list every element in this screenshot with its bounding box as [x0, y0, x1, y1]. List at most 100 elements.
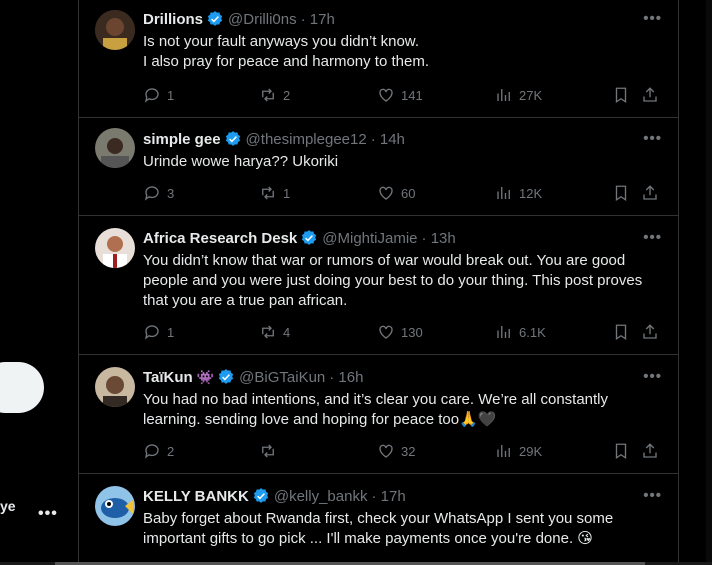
reply-item[interactable]: simple gee @thesimplegee12 · 14h ••• Uri…: [79, 118, 678, 216]
share-icon: [643, 443, 657, 458]
verified-badge-icon: [225, 131, 240, 146]
repost-count: 4: [283, 324, 291, 340]
bookmark-button[interactable]: [612, 183, 630, 203]
verified-badge-icon: [219, 369, 234, 384]
views-button[interactable]: 27K: [495, 85, 542, 105]
author-handle[interactable]: @Drilli0ns: [228, 11, 297, 28]
reply-item[interactable]: Africa Research Desk @MightiJamie · 13h …: [79, 216, 678, 355]
post-button[interactable]: [0, 362, 44, 413]
reply-item[interactable]: KELLY BANKK @kelly_bankk · 17h ••• Baby …: [79, 474, 678, 565]
more-options-button[interactable]: •••: [643, 130, 662, 147]
avatar[interactable]: [95, 10, 135, 50]
author-name[interactable]: Drillions: [143, 11, 203, 28]
repost-button[interactable]: 1: [259, 183, 290, 203]
action-bar: 1 2 141 27K: [143, 85, 662, 105]
repost-button[interactable]: [259, 441, 283, 461]
alien-monster-icon: 👾: [196, 368, 215, 385]
bookmark-icon: [615, 443, 627, 460]
bookmark-button[interactable]: [612, 85, 630, 105]
more-options-button[interactable]: •••: [643, 10, 662, 27]
reply-button[interactable]: 3: [143, 183, 174, 203]
like-count: 130: [401, 324, 423, 340]
views-button[interactable]: 29K: [495, 441, 542, 461]
reply-header: TaïKun 👾 @BiGTaiKun · 16h: [143, 368, 662, 386]
avatar[interactable]: [95, 228, 135, 268]
like-count: 32: [401, 443, 416, 459]
scrollbar[interactable]: [706, 0, 712, 565]
repost-icon: [262, 325, 274, 339]
share-icon: [643, 87, 657, 102]
views-icon: [497, 445, 510, 457]
heart-icon: [379, 186, 393, 200]
reply-header: Africa Research Desk @MightiJamie · 13h: [143, 229, 662, 247]
author-name[interactable]: Africa Research Desk: [143, 230, 297, 247]
like-button[interactable]: 32: [377, 441, 415, 461]
reply-text: Is not your fault anyways you didn’t kno…: [143, 33, 429, 70]
repost-button[interactable]: 2: [259, 85, 290, 105]
share-icon: [643, 324, 657, 339]
author-handle[interactable]: @MightiJamie: [322, 230, 417, 247]
repost-icon: [262, 444, 274, 458]
avatar[interactable]: [95, 486, 135, 526]
reply-button[interactable]: 1: [143, 85, 174, 105]
avatar[interactable]: [95, 367, 135, 407]
reply-item[interactable]: TaïKun 👾 @BiGTaiKun · 16h ••• You had no…: [79, 355, 678, 474]
author-handle[interactable]: @thesimplegee12: [246, 131, 367, 148]
reply-count: 1: [167, 324, 175, 340]
repost-button[interactable]: 4: [259, 322, 290, 342]
more-options-button[interactable]: •••: [643, 487, 662, 504]
bookmark-button[interactable]: [612, 322, 630, 342]
author-name[interactable]: TaïKun: [143, 369, 193, 386]
timestamp[interactable]: · 14h: [371, 131, 405, 148]
like-button[interactable]: 130: [377, 322, 423, 342]
reply-icon: [144, 88, 159, 103]
reply-button[interactable]: 1: [143, 322, 174, 342]
views-count: 29K: [519, 443, 543, 459]
share-button[interactable]: [641, 441, 659, 461]
reply-text: Urinde wowe harya?? Ukoriki: [143, 153, 339, 170]
more-options-button[interactable]: •••: [643, 229, 662, 246]
reply-icon: [144, 444, 159, 459]
timestamp[interactable]: · 17h: [301, 11, 335, 28]
timestamp[interactable]: · 16h: [329, 369, 363, 386]
like-button[interactable]: 141: [377, 85, 423, 105]
heart-icon: [379, 88, 393, 102]
like-count: 141: [401, 87, 423, 103]
verified-badge-icon: [207, 11, 223, 26]
bookmark-button[interactable]: [612, 441, 630, 461]
author-name[interactable]: KELLY BANKK: [143, 488, 249, 505]
reply-count: 3: [167, 185, 175, 201]
views-button[interactable]: 12K: [495, 183, 542, 203]
avatar[interactable]: [95, 128, 135, 168]
more-options-button[interactable]: •••: [643, 368, 662, 385]
share-button[interactable]: [641, 322, 659, 342]
views-count: 27K: [519, 87, 543, 103]
views-count: 6.1K: [519, 324, 546, 340]
action-bar: 3 1 60 12K: [143, 183, 662, 203]
timestamp[interactable]: · 13h: [422, 230, 456, 247]
like-count: 60: [401, 185, 416, 201]
reply-text: You didn’t know that war or rumors of wa…: [143, 252, 643, 309]
author-name[interactable]: simple gee: [143, 131, 221, 148]
views-icon: [497, 89, 510, 101]
reply-header: KELLY BANKK @kelly_bankk · 17h: [143, 487, 662, 505]
author-handle[interactable]: @kelly_bankk: [274, 488, 368, 505]
account-name-partial: ye: [0, 498, 16, 514]
share-button[interactable]: [641, 85, 659, 105]
views-button[interactable]: 6.1K: [495, 322, 546, 342]
like-button[interactable]: 60: [377, 183, 415, 203]
reply-button[interactable]: 2: [143, 441, 174, 461]
account-more-button[interactable]: •••: [38, 505, 58, 523]
views-icon: [497, 187, 510, 199]
heart-icon: [379, 444, 393, 458]
share-button[interactable]: [641, 183, 659, 203]
share-icon: [643, 185, 657, 200]
reply-count: 1: [167, 87, 175, 103]
action-bar: 2 32 29K: [143, 441, 662, 461]
reply-item[interactable]: Drillions @Drilli0ns · 17h ••• Is not yo…: [79, 0, 678, 118]
timestamp[interactable]: · 17h: [371, 488, 405, 505]
repost-count: 2: [283, 87, 291, 103]
author-handle[interactable]: @BiGTaiKun: [239, 369, 325, 386]
repost-icon: [262, 186, 274, 200]
reply-text: You had no bad intentions, and it’s clea…: [143, 391, 609, 428]
